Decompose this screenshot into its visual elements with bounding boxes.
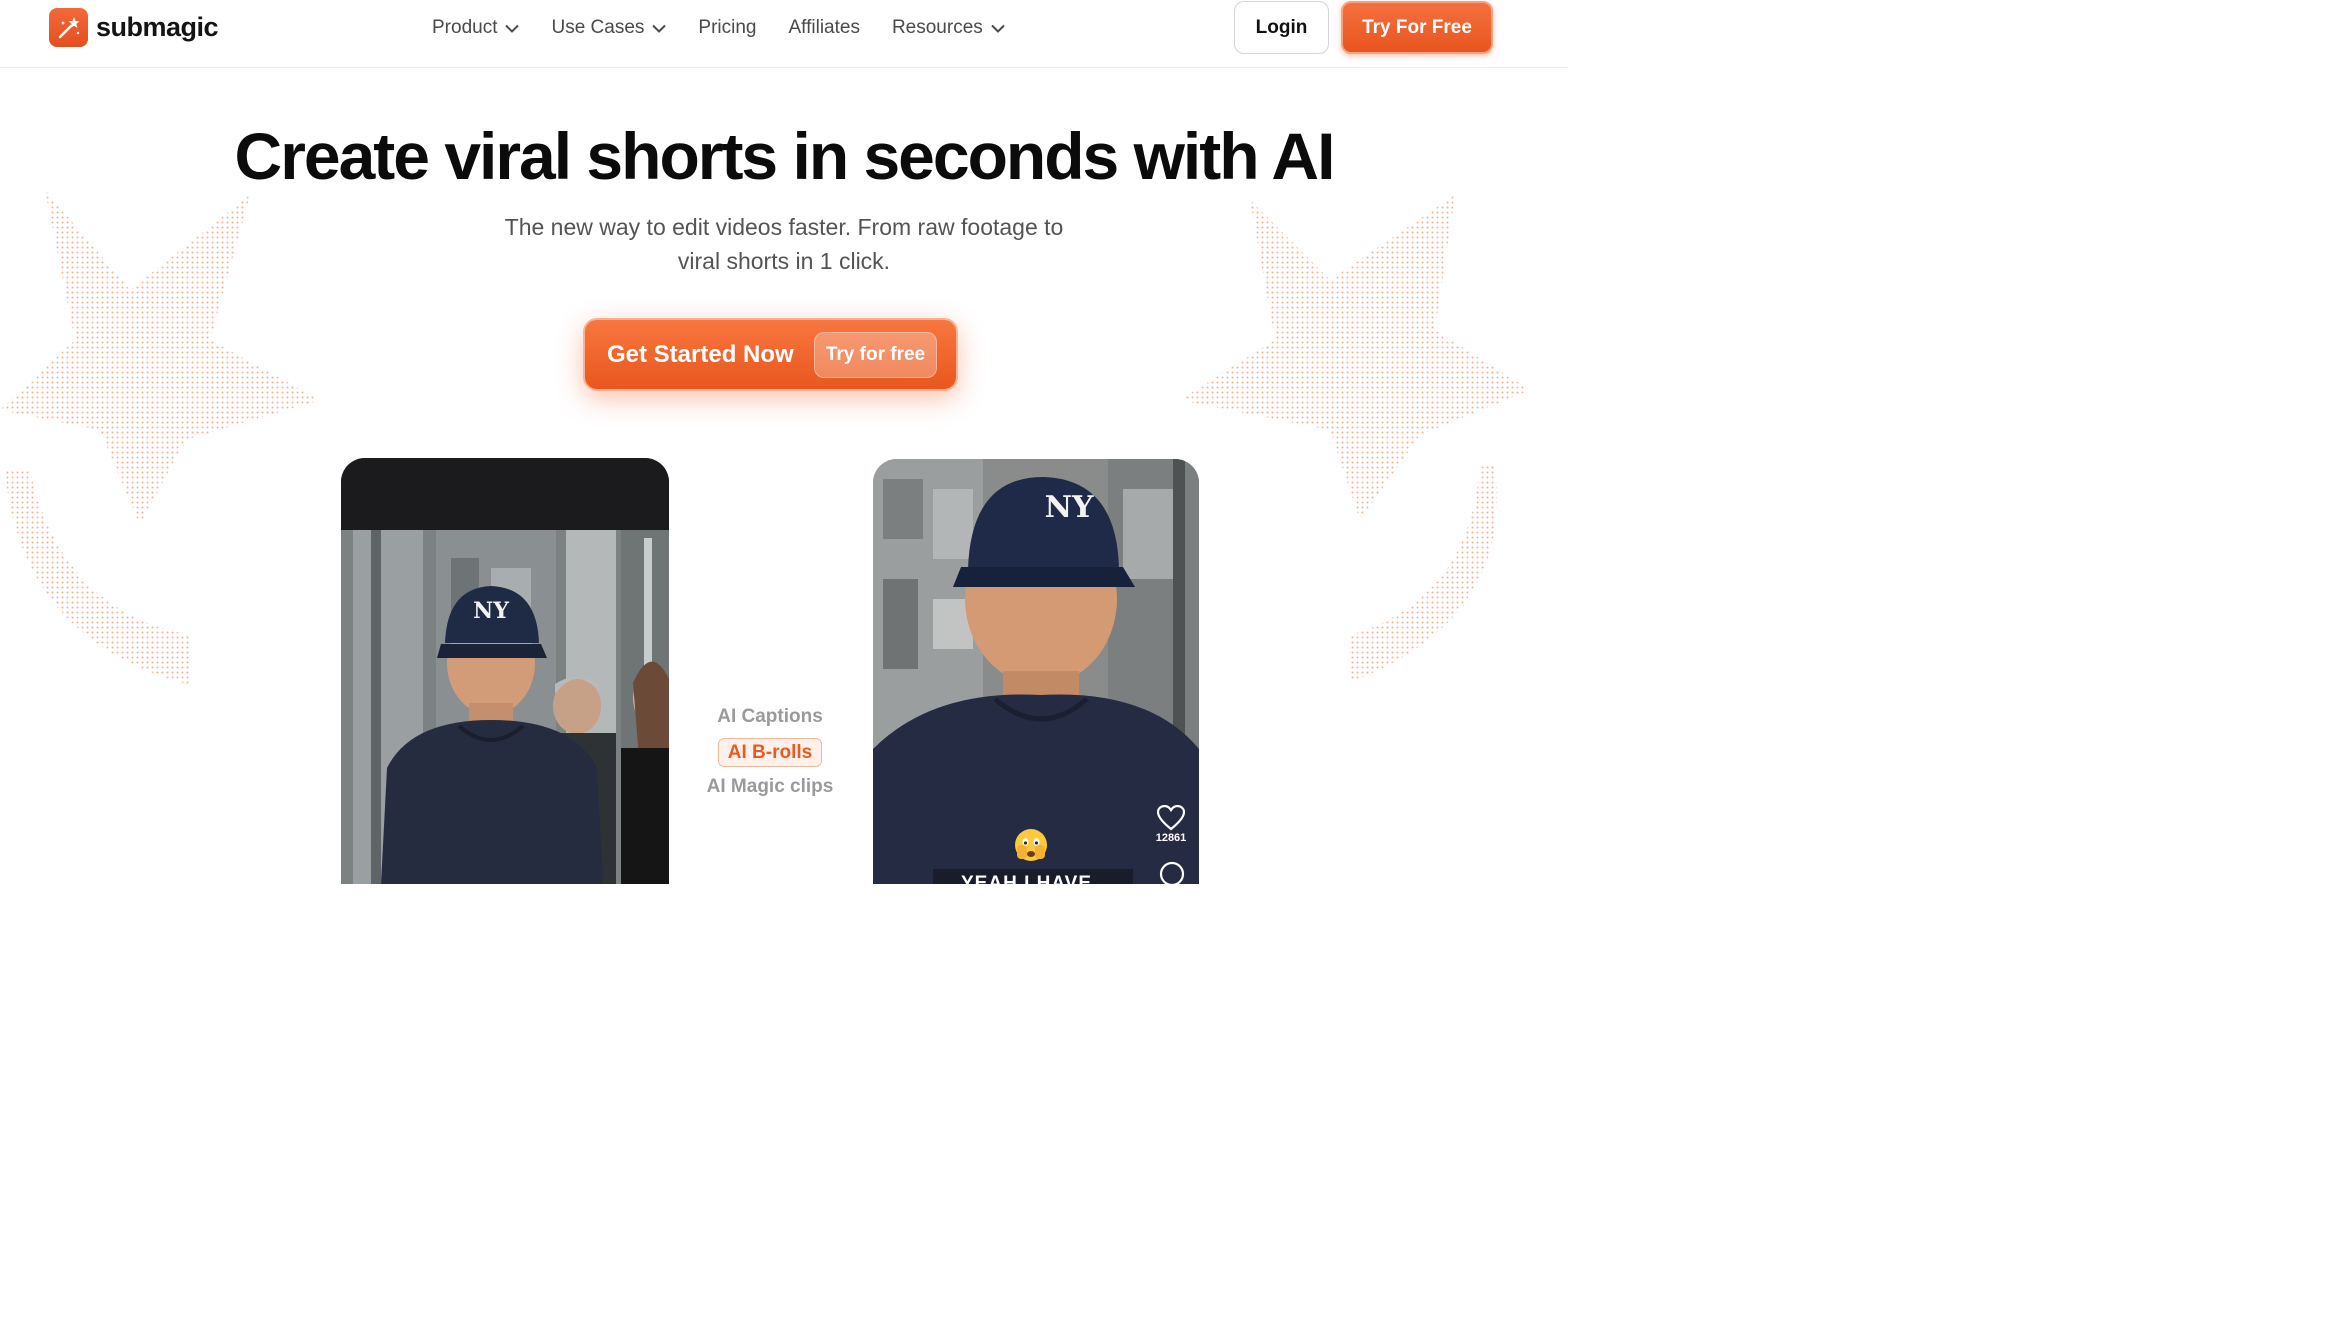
video-frame-after: NY	[873, 459, 1199, 884]
nav-item-pricing[interactable]: Pricing	[698, 16, 756, 40]
nervous-emoji-icon	[1013, 827, 1049, 863]
try-for-free-pill: Try for free	[814, 332, 937, 378]
nav-item-affiliates[interactable]: Affiliates	[788, 16, 859, 40]
svg-text:NY: NY	[1045, 490, 1094, 525]
nav-links: Product Use Cases Pricing Affiliates Res…	[432, 16, 1037, 40]
logo-wand-icon	[49, 8, 88, 47]
like-count: 12861	[1155, 832, 1187, 844]
get-started-label: Get Started Now	[607, 340, 794, 368]
video-caption: YEAH I HAVE	[961, 873, 1093, 884]
video-after[interactable]: NY YEAH I HAVE 12861	[873, 459, 1199, 884]
chevron-down-icon	[505, 24, 520, 33]
nav-item-label: Resources	[891, 17, 983, 38]
comment-icon[interactable]	[1158, 861, 1186, 884]
hero-subtitle-line: viral shorts in 1 click.	[677, 248, 891, 274]
hero-subtitle-line: The new way to edit videos faster. From …	[504, 214, 1064, 240]
feature-ai-captions[interactable]: AI Captions	[690, 703, 850, 738]
nav-item-label: Product	[432, 17, 498, 38]
try-for-free-button[interactable]: Try For Free	[1341, 1, 1493, 54]
decor-star-right	[1180, 195, 1530, 682]
brand-name: submagic	[96, 12, 219, 42]
decor-star-left	[0, 190, 320, 685]
login-button[interactable]: Login	[1234, 1, 1329, 54]
hero-subtitle: The new way to edit videos faster. From …	[474, 210, 1094, 278]
chevron-down-icon	[991, 24, 1005, 33]
chevron-down-icon	[652, 24, 667, 33]
nav-item-label: Pricing	[698, 17, 757, 38]
nav-item-label: Use Cases	[551, 17, 645, 38]
nav-item-label: Affiliates	[788, 17, 860, 38]
nav-item-product[interactable]: Product	[432, 16, 520, 40]
feature-list: AI Captions AI B-rolls AI Magic clips	[690, 703, 850, 808]
brand-logo[interactable]: submagic	[49, 8, 219, 47]
top-navigation: submagic Product Use Cases Pricing Affil…	[0, 0, 1568, 68]
feature-ai-magic-clips[interactable]: AI Magic clips	[690, 773, 850, 808]
video-before[interactable]: NY	[341, 458, 669, 884]
svg-text:NY: NY	[473, 598, 509, 624]
feature-ai-brolls-active[interactable]: AI B-rolls	[717, 738, 823, 767]
get-started-button[interactable]: Get Started Now Try for free	[583, 318, 958, 391]
nav-item-resources[interactable]: Resources	[892, 16, 1005, 40]
video-frame-before: NY	[341, 458, 669, 884]
nav-item-use-cases[interactable]: Use Cases	[551, 16, 667, 40]
hero-title: Create viral shorts in seconds with AI	[234, 119, 1336, 193]
